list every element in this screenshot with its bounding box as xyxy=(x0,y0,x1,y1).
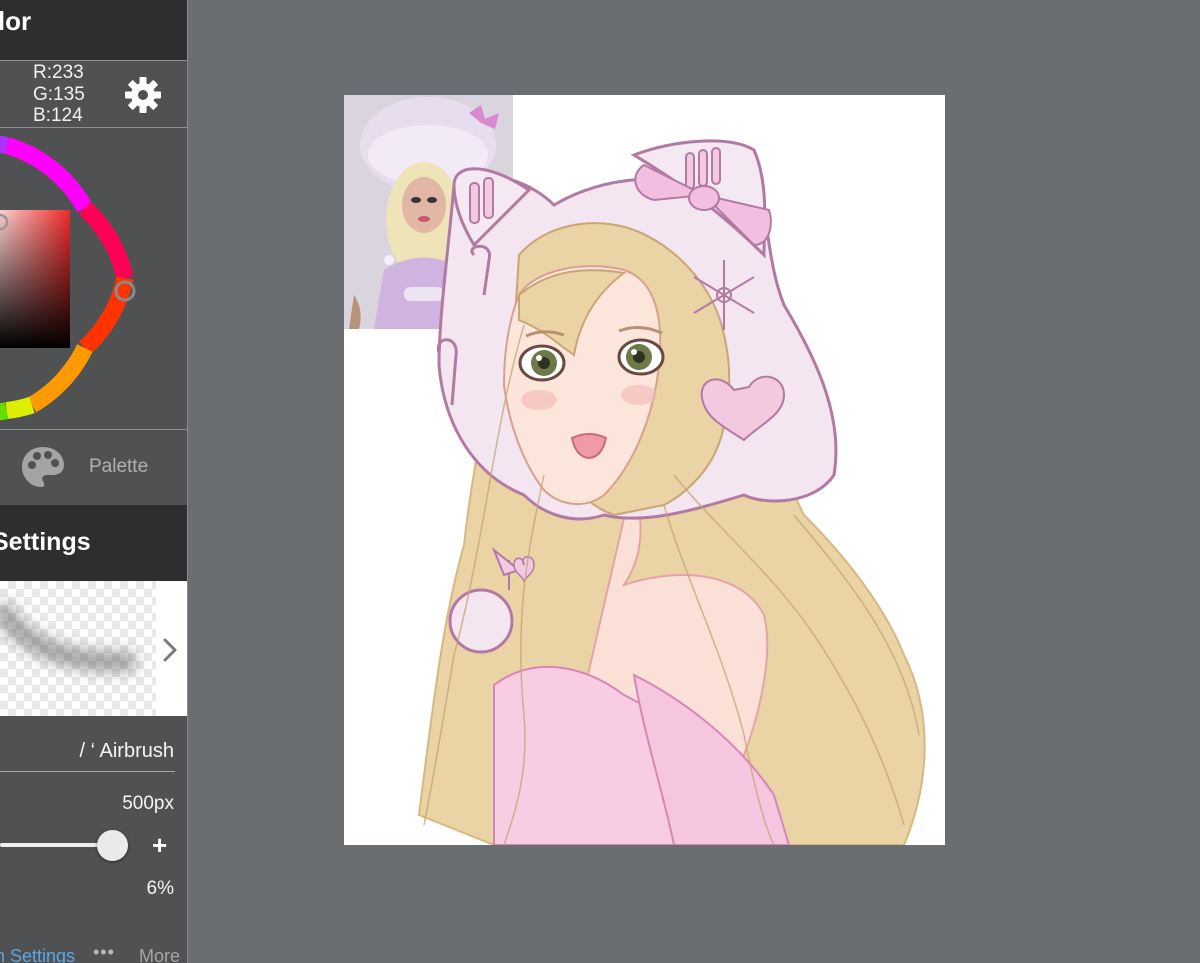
brush-size-slider-thumb[interactable] xyxy=(97,830,128,861)
brush-name[interactable]: / ‘ Airbrush xyxy=(80,740,174,763)
brush-size-slider-track[interactable] xyxy=(0,843,112,847)
chevron-right-icon[interactable] xyxy=(161,636,179,664)
brush-preview[interactable] xyxy=(0,581,156,716)
more-button[interactable]: More xyxy=(139,946,180,963)
color-panel-title: olor xyxy=(0,6,32,36)
palette-label[interactable]: Palette xyxy=(89,456,148,478)
divider xyxy=(0,60,187,61)
red-value: R:233 xyxy=(33,62,84,83)
brush-settings-link[interactable]: sh Settings xyxy=(0,946,75,963)
palette-icon[interactable] xyxy=(20,444,66,490)
brush-opacity-value: 6% xyxy=(146,878,174,899)
gear-icon[interactable] xyxy=(124,76,162,114)
more-dots-icon[interactable]: ••• xyxy=(93,942,115,963)
rgb-readout: R:233 G:135 B:124 xyxy=(33,62,85,127)
color-wheel[interactable] xyxy=(0,128,187,428)
divider xyxy=(0,771,175,772)
artwork xyxy=(344,95,926,845)
blue-value: B:124 xyxy=(33,105,83,126)
brush-panel-title: Settings xyxy=(0,528,91,556)
brush-size-value: 500px xyxy=(122,793,174,814)
green-value: G:135 xyxy=(33,83,85,105)
plus-icon[interactable]: + xyxy=(152,832,167,858)
drawing-canvas[interactable] xyxy=(344,95,945,845)
side-panel: olor R:233 G:135 B:124 xyxy=(0,0,188,963)
